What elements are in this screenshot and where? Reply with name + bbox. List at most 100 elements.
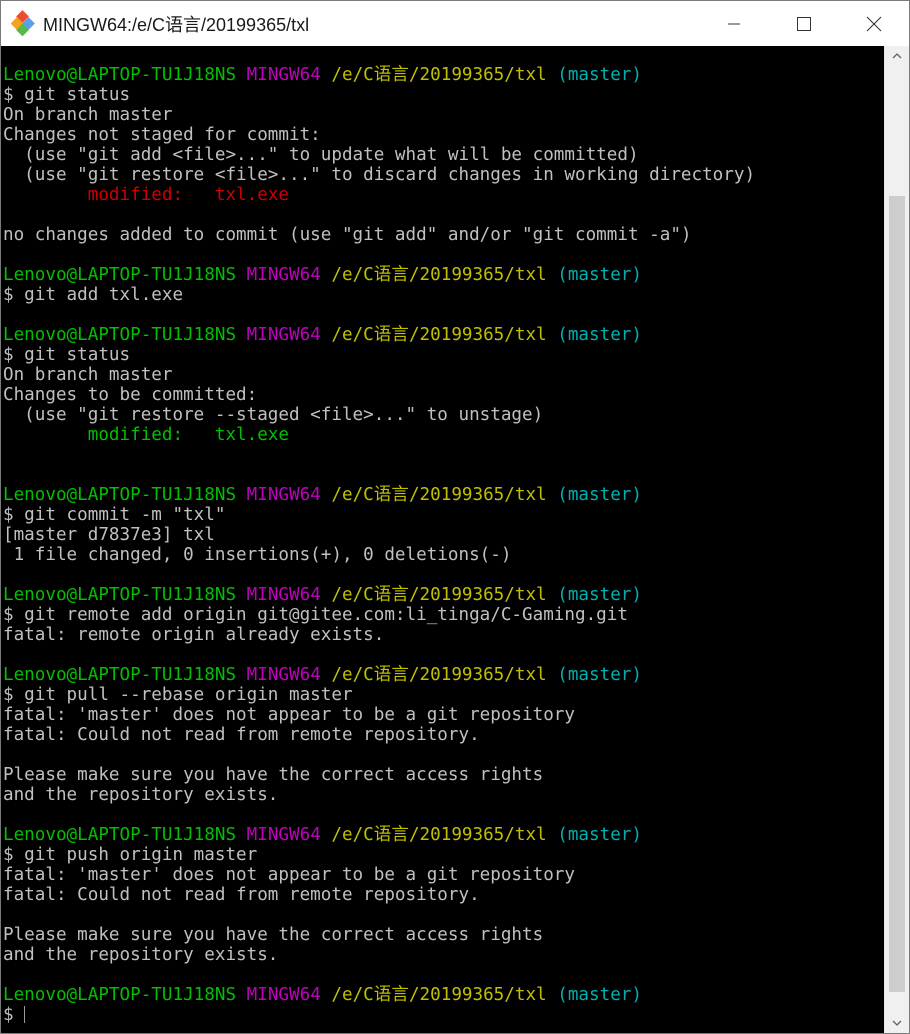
scroll-up-arrow-icon <box>892 53 902 59</box>
scrollbar-thumb[interactable] <box>889 195 905 993</box>
terminal-text: and the repository exists. <box>3 785 279 805</box>
terminal-text: $ git push origin master <box>3 845 258 865</box>
terminal-text: /e/C语言/20199365/txl <box>331 985 547 1005</box>
terminal-text: Lenovo@LAPTOP-TU1J18NS <box>3 485 237 505</box>
vertical-scrollbar[interactable] <box>884 46 909 1033</box>
terminal-text: (master) <box>557 665 642 685</box>
terminal-line: On branch master <box>3 365 884 385</box>
terminal-text: modified: txl.exe <box>87 425 290 445</box>
minimize-button[interactable] <box>699 1 769 46</box>
terminal-text: [master d7837e3] txl <box>3 525 215 545</box>
terminal-line: $ git remote add origin git@gitee.com:li… <box>3 605 884 625</box>
window-controls <box>699 1 909 46</box>
terminal-text: no changes added to commit (use "git add… <box>3 225 692 245</box>
git-bash-icon <box>11 9 35 36</box>
terminal-text: fatal: remote origin already exists. <box>3 625 385 645</box>
terminal-line: Lenovo@LAPTOP-TU1J18NS MINGW64 /e/C语言/20… <box>3 985 884 1005</box>
terminal-text: Lenovo@LAPTOP-TU1J18NS <box>3 265 237 285</box>
terminal-text: Please make sure you have the correct ac… <box>3 765 544 785</box>
terminal-line: (use "git restore --staged <file>..." to… <box>3 405 884 425</box>
terminal-output[interactable]: Lenovo@LAPTOP-TU1J18NS MINGW64 /e/C语言/20… <box>1 46 884 1033</box>
terminal-text: Lenovo@LAPTOP-TU1J18NS <box>3 825 237 845</box>
terminal-line: fatal: remote origin already exists. <box>3 625 884 645</box>
terminal-line: fatal: Could not read from remote reposi… <box>3 725 884 745</box>
terminal-line: and the repository exists. <box>3 785 884 805</box>
terminal-text: On branch master <box>3 105 173 125</box>
window-title: MINGW64:/e/C语言/20199365/txl <box>43 14 310 35</box>
terminal-text: On branch master <box>3 365 173 385</box>
terminal-text: (master) <box>557 585 642 605</box>
terminal-line: Please make sure you have the correct ac… <box>3 765 884 785</box>
terminal-text: $ git status <box>3 345 131 365</box>
terminal-line: $ git status <box>3 85 884 105</box>
terminal-text: $ git status <box>3 85 131 105</box>
terminal-line: $ git add txl.exe <box>3 285 884 305</box>
terminal-text: (use "git restore <file>..." to discard … <box>3 165 756 185</box>
scroll-down-button[interactable] <box>885 1013 909 1033</box>
terminal-text: (master) <box>557 325 642 345</box>
terminal-text: MINGW64 <box>246 665 321 685</box>
terminal-text: /e/C语言/20199365/txl <box>331 325 547 345</box>
terminal-text: (master) <box>557 265 642 285</box>
terminal-text: (master) <box>557 485 642 505</box>
terminal-text: MINGW64 <box>246 585 321 605</box>
terminal-text: MINGW64 <box>246 985 321 1005</box>
terminal-line: Changes to be committed: <box>3 385 884 405</box>
text-cursor <box>24 1006 26 1023</box>
terminal-text: fatal: 'master' does not appear to be a … <box>3 705 575 725</box>
scroll-up-button[interactable] <box>885 46 909 66</box>
terminal-text: MINGW64 <box>246 485 321 505</box>
terminal-text: (master) <box>557 985 642 1005</box>
terminal-text: Please make sure you have the correct ac… <box>3 925 544 945</box>
terminal-text: Lenovo@LAPTOP-TU1J18NS <box>3 665 237 685</box>
terminal-text: $ git add txl.exe <box>3 285 184 305</box>
terminal-line: Lenovo@LAPTOP-TU1J18NS MINGW64 /e/C语言/20… <box>3 65 884 85</box>
title-bar[interactable]: MINGW64:/e/C语言/20199365/txl <box>1 1 909 46</box>
terminal-line: Lenovo@LAPTOP-TU1J18NS MINGW64 /e/C语言/20… <box>3 665 884 685</box>
terminal-text: MINGW64 <box>246 325 321 345</box>
terminal-text: 1 file changed, 0 insertions(+), 0 delet… <box>3 545 512 565</box>
close-button[interactable] <box>839 1 909 46</box>
terminal-line: Lenovo@LAPTOP-TU1J18NS MINGW64 /e/C语言/20… <box>3 485 884 505</box>
terminal-line: Lenovo@LAPTOP-TU1J18NS MINGW64 /e/C语言/20… <box>3 325 884 345</box>
terminal-line: $ git commit -m "txl" <box>3 505 884 525</box>
terminal-text: /e/C语言/20199365/txl <box>331 265 547 285</box>
terminal-line: Please make sure you have the correct ac… <box>3 925 884 945</box>
terminal-text: Lenovo@LAPTOP-TU1J18NS <box>3 65 237 85</box>
terminal-line: 1 file changed, 0 insertions(+), 0 delet… <box>3 545 884 565</box>
terminal-line: On branch master <box>3 105 884 125</box>
terminal-line: no changes added to commit (use "git add… <box>3 225 884 245</box>
terminal-text: /e/C语言/20199365/txl <box>331 65 547 85</box>
terminal-text: modified: txl.exe <box>87 185 290 205</box>
terminal-line: [master d7837e3] txl <box>3 525 884 545</box>
terminal-text: Lenovo@LAPTOP-TU1J18NS <box>3 985 237 1005</box>
terminal-text: Lenovo@LAPTOP-TU1J18NS <box>3 585 237 605</box>
terminal-text: (use "git restore --staged <file>..." to… <box>3 405 544 425</box>
terminal-text: /e/C语言/20199365/txl <box>331 585 547 605</box>
terminal-text: and the repository exists. <box>3 945 279 965</box>
maximize-button[interactable] <box>769 1 839 46</box>
